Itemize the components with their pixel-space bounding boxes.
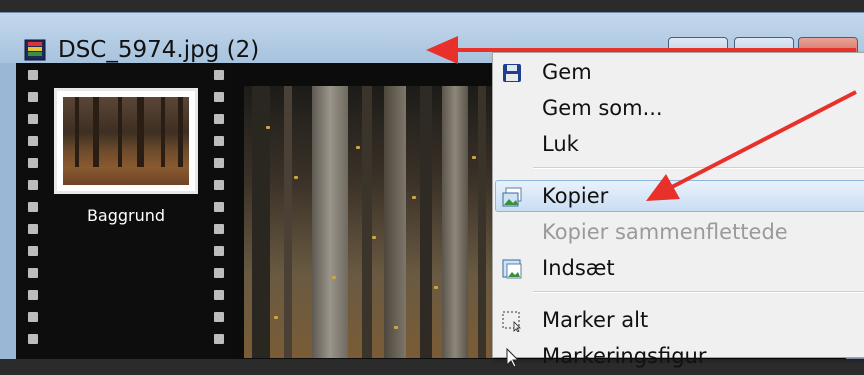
film-perforation-left <box>26 66 40 358</box>
menu-item-label: Kopier sammenflettede <box>542 220 788 244</box>
photo-canvas[interactable] <box>244 86 506 358</box>
menu-item-label: Markeringsfigur <box>542 344 707 368</box>
selection-cursor-icon <box>506 347 520 368</box>
menu-separator <box>533 167 864 169</box>
menu-item-selection-shape[interactable]: Markeringsfigur <box>493 339 864 375</box>
menu-item-copy[interactable]: Kopier <box>493 179 864 215</box>
menu-item-select-all[interactable]: Marker alt <box>493 303 864 339</box>
menu-item-label: Indsæt <box>542 256 615 280</box>
menu-item-label: Marker alt <box>542 308 649 332</box>
select-all-icon <box>502 311 521 332</box>
menu-item-label: Gem <box>542 60 592 84</box>
menu-item-copy-merged[interactable]: Kopier sammenflettede <box>493 215 864 251</box>
copy-image-icon <box>502 187 522 207</box>
window-title: DSC_5974.jpg (2) <box>58 37 260 63</box>
layer-thumbnail[interactable] <box>54 88 198 194</box>
menu-item-label: Kopier <box>542 184 609 208</box>
image-file-icon <box>24 39 46 61</box>
layers-filmstrip: Baggrund <box>16 66 234 358</box>
context-menu: Gem Gem som... Luk Kopier Kopier sammenf… <box>492 52 864 368</box>
menu-item-label: Luk <box>542 132 579 156</box>
menu-item-save[interactable]: Gem <box>493 55 864 91</box>
menu-item-label: Gem som... <box>542 96 663 120</box>
floppy-disk-icon <box>503 64 521 82</box>
menu-item-close[interactable]: Luk <box>493 127 864 163</box>
film-perforation-right <box>212 66 226 358</box>
layer-thumbnail-image <box>63 97 189 185</box>
menu-item-paste[interactable]: Indsæt <box>493 251 864 287</box>
menu-separator <box>533 291 864 293</box>
layer-name[interactable]: Baggrund <box>54 206 198 225</box>
paste-image-icon <box>502 259 522 279</box>
menu-item-save-as[interactable]: Gem som... <box>493 91 864 127</box>
